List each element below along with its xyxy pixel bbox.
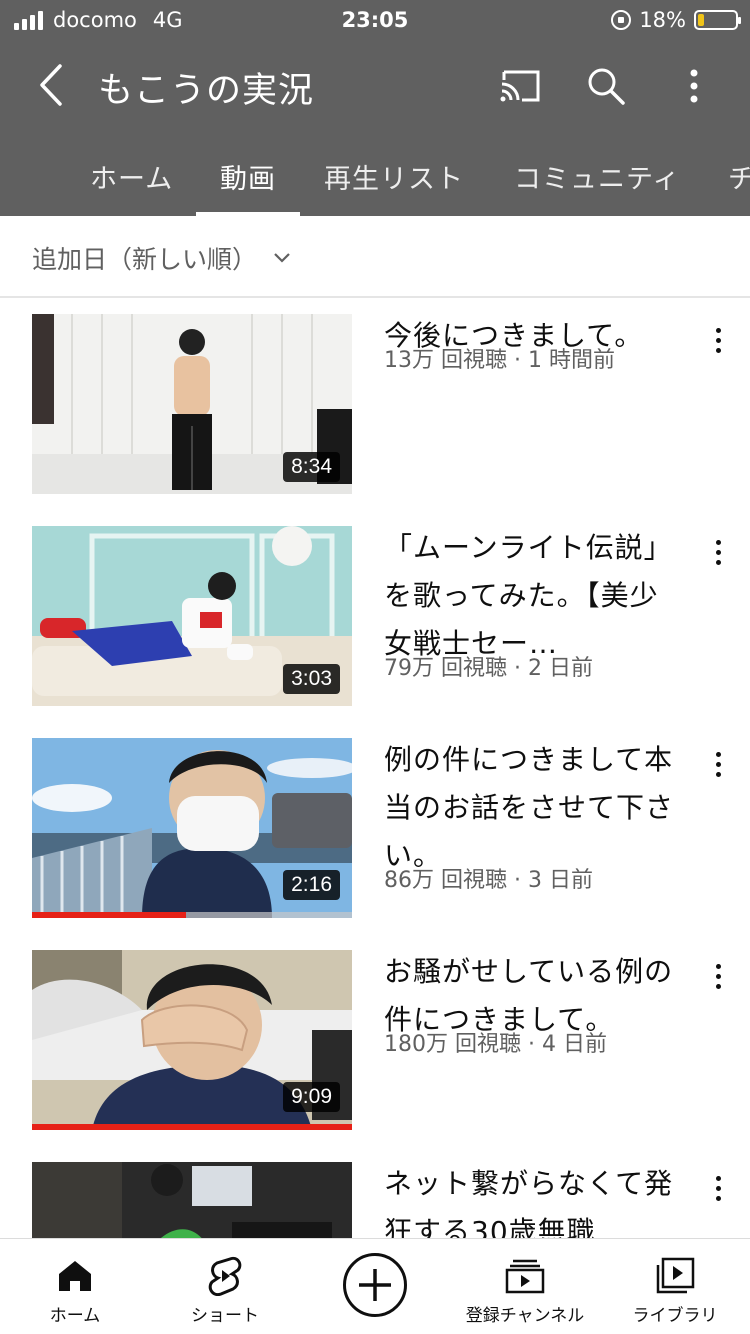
video-meta: 79万 回視聴 · 2 日前 xyxy=(384,656,593,681)
bottom-navigation: ホーム ショート 登録チャンネル ライブラリ xyxy=(0,1238,750,1334)
video-more-button[interactable] xyxy=(700,532,736,572)
battery-level xyxy=(698,14,705,26)
video-more-button[interactable] xyxy=(700,744,736,784)
thumbnail-image xyxy=(32,1162,352,1238)
video-duration: 8:34 xyxy=(283,452,340,482)
video-duration: 2:16 xyxy=(283,870,340,900)
battery-percent: 18% xyxy=(639,8,686,32)
nav-shorts[interactable]: ショート xyxy=(170,1239,280,1334)
create-button[interactable] xyxy=(343,1253,407,1317)
video-thumbnail[interactable]: 9:09 xyxy=(32,950,352,1130)
video-item[interactable]: 3:03 「ムーンライト伝説」を歌ってみた。【美少女戦士セー… 79万 回視聴 … xyxy=(0,510,750,722)
tab-community[interactable]: コミュニティ xyxy=(514,136,680,216)
video-meta: 180万 回視聴 · 4 日前 xyxy=(384,1032,607,1057)
channel-header: もこうの実況 ホーム 動画 再生リスト コミュニティ チ xyxy=(0,40,750,216)
tab-videos[interactable]: 動画 xyxy=(220,136,276,216)
video-more-button[interactable] xyxy=(700,956,736,996)
channel-tabs: ホーム 動画 再生リスト コミュニティ チ xyxy=(0,136,750,216)
shorts-icon xyxy=(208,1256,242,1296)
search-icon xyxy=(588,68,625,105)
video-duration: 9:09 xyxy=(283,1082,340,1112)
watch-progress-fill xyxy=(32,912,186,918)
video-thumbnail[interactable]: 3:03 xyxy=(32,526,352,706)
video-item[interactable]: 9:09 お騒がせしている例の件につきまして。 180万 回視聴 · 4 日前 xyxy=(0,934,750,1146)
cast-button[interactable] xyxy=(494,60,546,112)
chevron-left-icon xyxy=(40,64,62,106)
subscriptions-icon xyxy=(505,1259,545,1294)
video-more-button[interactable] xyxy=(700,320,736,360)
orientation-lock-icon xyxy=(611,10,632,30)
back-button[interactable] xyxy=(26,60,76,110)
video-duration: 3:03 xyxy=(283,664,340,694)
video-title[interactable]: ネット繋がらなくて発狂する30歳無職 xyxy=(384,1160,684,1238)
video-more-button[interactable] xyxy=(700,1168,736,1208)
watch-progress-bar xyxy=(32,1124,352,1130)
video-thumbnail[interactable] xyxy=(32,1162,352,1238)
video-meta: 13万 回視聴 · 1 時間前 xyxy=(384,348,615,373)
nav-shorts-label: ショート xyxy=(191,1306,259,1326)
nav-subscriptions-label: 登録チャンネル xyxy=(465,1306,585,1326)
video-thumbnail[interactable]: 2:16 xyxy=(32,738,352,918)
nav-library-label: ライブラリ xyxy=(632,1306,718,1326)
search-button[interactable] xyxy=(580,60,632,112)
more-options-button[interactable] xyxy=(668,60,720,112)
tab-channels[interactable]: チ xyxy=(728,136,750,216)
tab-playlists[interactable]: 再生リスト xyxy=(324,136,464,216)
sort-label: 追加日（新しい順） xyxy=(32,245,258,274)
create-plus-icon xyxy=(359,1269,391,1301)
more-vertical-icon xyxy=(690,69,698,103)
library-icon xyxy=(656,1257,695,1294)
video-item[interactable]: 8:34 今後につきまして。 13万 回視聴 · 1 時間前 xyxy=(0,298,750,510)
video-meta: 86万 回視聴 · 3 日前 xyxy=(384,868,593,893)
video-item[interactable]: 2:16 例の件につきまして本当のお話をさせて下さい。 86万 回視聴 · 3 … xyxy=(0,722,750,934)
video-item[interactable]: ネット繋がらなくて発狂する30歳無職 xyxy=(0,1146,750,1238)
cast-icon xyxy=(500,70,540,102)
nav-subscriptions[interactable]: 登録チャンネル xyxy=(450,1239,600,1334)
video-list: 8:34 今後につきまして。 13万 回視聴 · 1 時間前 3:03 「ムーン… xyxy=(0,298,750,1238)
video-title[interactable]: 「ムーンライト伝説」を歌ってみた。【美少女戦士セー… xyxy=(384,524,684,668)
battery-icon xyxy=(694,10,741,30)
video-thumbnail[interactable]: 8:34 xyxy=(32,314,352,494)
chevron-down-icon xyxy=(274,253,290,263)
watch-progress-bar xyxy=(32,912,352,918)
nav-library[interactable]: ライブラリ xyxy=(620,1239,730,1334)
tab-home[interactable]: ホーム xyxy=(90,136,173,216)
sort-dropdown[interactable]: 追加日（新しい順） xyxy=(32,240,291,276)
nav-home[interactable]: ホーム xyxy=(30,1239,120,1334)
home-icon xyxy=(59,1261,91,1291)
channel-title: もこうの実況 xyxy=(98,71,315,111)
video-title[interactable]: 例の件につきまして本当のお話をさせて下さい。 xyxy=(384,736,684,880)
sort-bar: 追加日（新しい順） xyxy=(0,216,750,298)
status-bar: docomo 4G 23:05 18% xyxy=(0,0,750,40)
watch-progress-fill xyxy=(32,1124,352,1130)
nav-home-label: ホーム xyxy=(49,1306,101,1326)
